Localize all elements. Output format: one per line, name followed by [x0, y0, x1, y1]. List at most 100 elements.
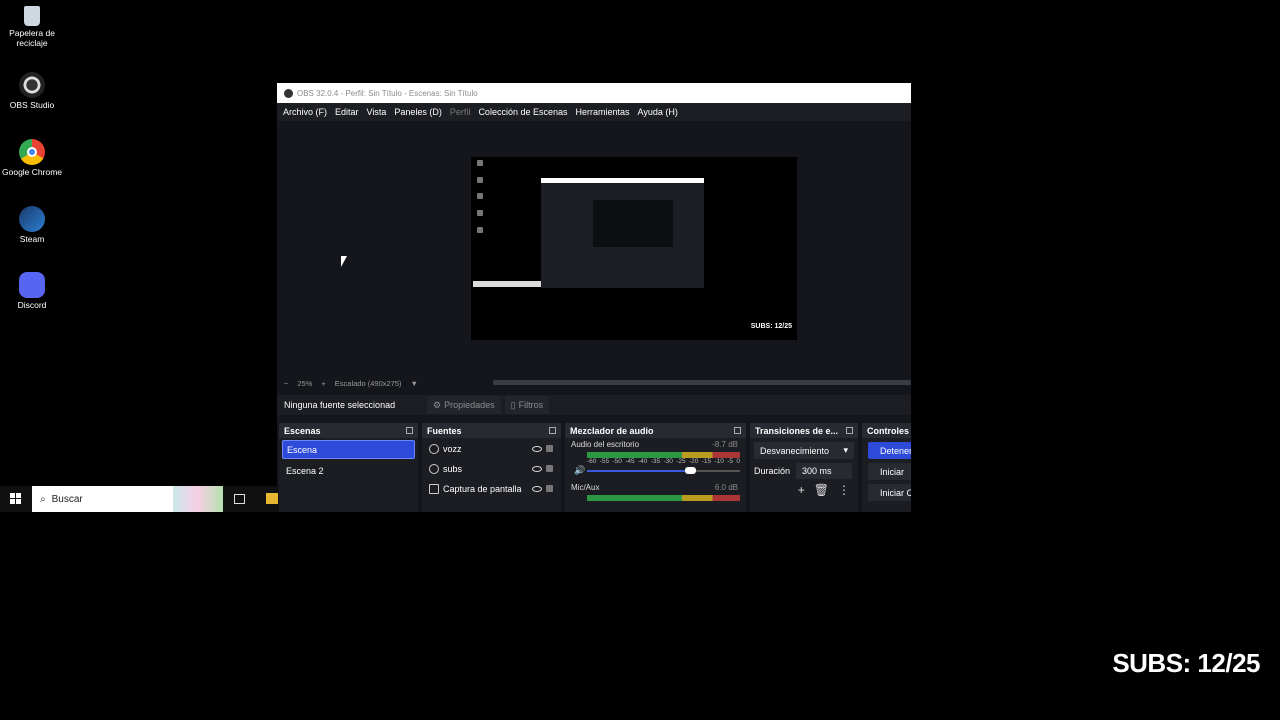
preview-subs-overlay: SUBS: 12/25 — [750, 323, 792, 330]
transition-tools: + 🗑 ⋮ — [750, 483, 858, 497]
transition-select[interactable]: Desvanecimiento ▾ — [754, 442, 854, 459]
properties-button[interactable]: ⚙ Propiedades — [427, 396, 501, 414]
duration-input[interactable]: 300 ms — [796, 463, 853, 479]
scale-tick: -50 — [612, 458, 622, 465]
file-explorer-icon[interactable] — [266, 493, 278, 504]
channel-name: Audio del escritorio — [571, 440, 640, 449]
sources-title: Fuentes — [427, 425, 462, 436]
source-item[interactable]: subs — [425, 459, 558, 478]
speaker-icon[interactable]: 🔊 — [574, 465, 585, 476]
controls-title: Controles — [867, 425, 910, 436]
scene-item[interactable]: Escena 2 — [282, 461, 415, 480]
filters-button[interactable]: ▯ Filtros — [504, 396, 550, 414]
slider-track — [694, 470, 740, 472]
slider-knob[interactable] — [685, 467, 696, 474]
duration-label: Duración — [754, 466, 791, 476]
channel-db: 6.0 dB — [714, 483, 738, 492]
start-camera-button[interactable]: Iniciar Cámara — [868, 484, 911, 501]
search-highlight-image[interactable] — [173, 486, 223, 512]
preview-area[interactable]: SUBS: 12/25 — [277, 121, 911, 379]
undock-icon[interactable] — [734, 427, 741, 434]
scenes-title: Escenas — [284, 425, 321, 436]
menu-archivo[interactable]: Archivo (F) — [283, 107, 333, 117]
chevron-down-icon[interactable]: ▼ — [411, 379, 418, 388]
undock-icon[interactable] — [846, 427, 853, 434]
menu-perfil[interactable]: Perfil — [450, 107, 477, 117]
obs-window: OBS 32.0.4 - Perfil: Sin Título - Escena… — [277, 83, 911, 512]
desktop-icon-discord[interactable]: Discord — [2, 272, 62, 310]
source-name: Captura de pantalla — [443, 483, 522, 494]
scale-tick: 0 — [736, 458, 740, 465]
chevron-down-icon: ▾ — [843, 445, 848, 455]
filter-icon: ▯ — [510, 399, 516, 410]
lock-icon[interactable] — [546, 465, 553, 472]
duration-row: Duración 300 ms — [754, 463, 854, 479]
more-icon[interactable]: ⋮ — [838, 483, 850, 497]
menu-editar[interactable]: Editar — [335, 107, 365, 117]
stop-button[interactable]: Detener — [868, 442, 911, 459]
menu-bar: Archivo (F) Editar Vista Paneles (D) Per… — [277, 103, 911, 121]
desktop-icon-label: Discord — [17, 300, 47, 310]
scale-label: Escalado (490x275) — [334, 378, 402, 388]
scale-tick: -30 — [663, 458, 673, 465]
menu-vista[interactable]: Vista — [367, 107, 393, 117]
controls-dock: Controles Detener Iniciar Iniciar Cámara — [862, 423, 911, 512]
gear-icon: ⚙ — [433, 399, 442, 410]
scene-item[interactable]: Escena — [282, 440, 415, 459]
taskbar-search[interactable]: ⌕ Buscar — [32, 486, 173, 512]
add-icon[interactable]: + — [798, 483, 805, 497]
scenes-dock: Escenas Escena Escena 2 — [279, 423, 418, 512]
eye-icon[interactable] — [532, 445, 542, 452]
menu-coleccion-escenas[interactable]: Colección de Escenas — [478, 107, 573, 117]
preview-canvas[interactable]: SUBS: 12/25 — [471, 157, 797, 340]
menu-paneles[interactable]: Paneles (D) — [394, 107, 448, 117]
eye-icon[interactable] — [532, 465, 542, 472]
obs-logo-icon — [284, 88, 293, 98]
zoom-bar: − 25% + Escalado (490x275) ▼ — [277, 377, 911, 389]
properties-label: Propiedades — [444, 400, 495, 410]
title-bar[interactable]: OBS 32.0.4 - Perfil: Sin Título - Escena… — [277, 83, 911, 103]
undock-icon[interactable] — [406, 427, 413, 434]
zoom-out-button[interactable]: − — [284, 379, 288, 388]
task-view-icon[interactable] — [234, 494, 245, 504]
start-button[interactable]: Iniciar — [868, 463, 911, 480]
filters-label: Filtros — [518, 400, 544, 410]
source-item[interactable]: vozz — [425, 439, 558, 458]
subs-overlay: SUBS: 12/25 — [1112, 648, 1260, 678]
slider-fill — [587, 470, 694, 472]
scrollbar-thumb[interactable] — [493, 380, 911, 385]
menu-ayuda[interactable]: Ayuda (H) — [638, 107, 684, 117]
display-capture-icon — [429, 483, 439, 494]
preview-taskbar — [473, 281, 541, 287]
trash-icon[interactable]: 🗑 — [814, 483, 829, 497]
audio-mixer-dock: Mezclador de audio Audio del escritorio … — [565, 423, 746, 512]
menu-herramientas[interactable]: Herramientas — [576, 107, 636, 117]
zoom-in-button[interactable]: + — [321, 379, 325, 388]
search-placeholder: Buscar — [51, 493, 83, 505]
scale-tick: -60 — [587, 458, 597, 465]
lock-icon[interactable] — [546, 445, 553, 452]
meter-scale: -60 -55 -50 -45 -40 -35 -30 -25 -20 -15 … — [587, 458, 740, 465]
desktop-icon-label: OBS Studio — [9, 100, 55, 110]
taskbar: ⌕ Buscar — [0, 486, 279, 512]
zoom-value: 25% — [297, 378, 313, 388]
mixer-channel: Mic/Aux 6.0 dB — [565, 481, 746, 503]
scale-tick: -35 — [650, 458, 661, 465]
desktop-icon-steam[interactable]: Steam — [2, 206, 62, 244]
undock-icon[interactable] — [549, 427, 556, 434]
recycle-bin-icon — [24, 6, 40, 26]
transition-selected: Desvanecimiento — [760, 445, 830, 456]
scale-tick: -40 — [638, 458, 648, 465]
docks: Escenas Escena Escena 2 Fuentes vozz sub… — [277, 423, 911, 512]
volume-slider[interactable]: 🔊 — [574, 465, 740, 475]
windows-start-icon[interactable] — [10, 493, 21, 504]
chrome-icon — [19, 139, 45, 165]
mouse-cursor-icon — [341, 256, 347, 267]
source-item[interactable]: Captura de pantalla — [425, 479, 558, 498]
eye-icon[interactable] — [532, 485, 542, 492]
desktop-icon-recycle-bin[interactable]: Papelera de reciclaje — [2, 6, 62, 48]
desktop-icon-obs[interactable]: OBS Studio — [2, 72, 62, 110]
sources-dock: Fuentes vozz subs Captura de pantalla — [422, 423, 561, 512]
desktop-icon-chrome[interactable]: Google Chrome — [2, 139, 62, 177]
lock-icon[interactable] — [546, 485, 553, 492]
